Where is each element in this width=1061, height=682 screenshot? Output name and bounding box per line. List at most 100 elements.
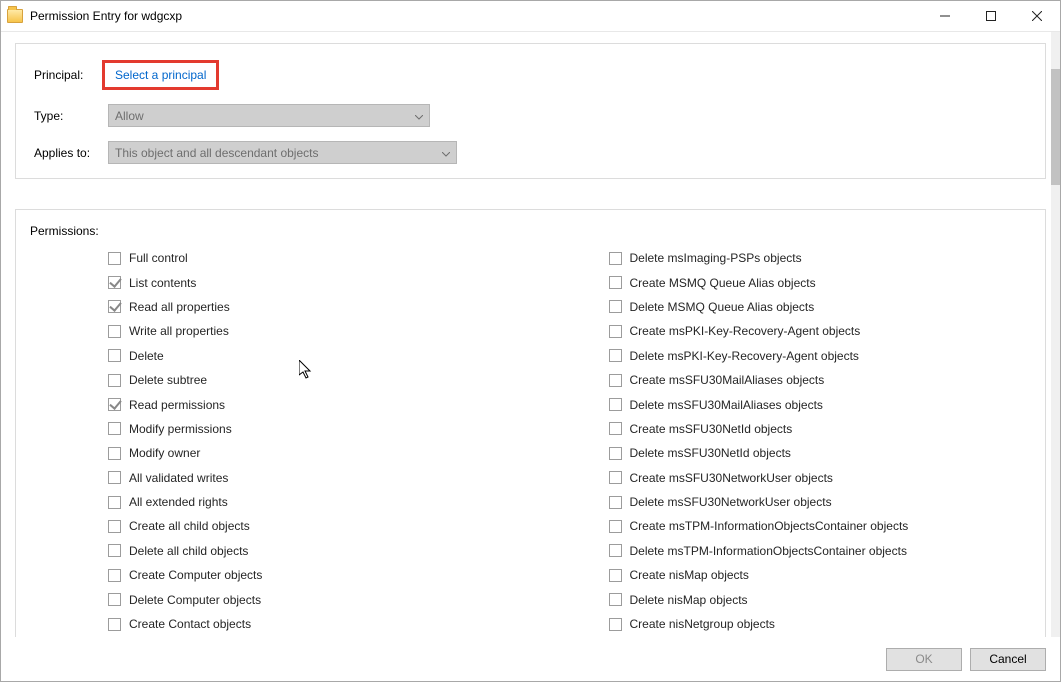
- type-value: Allow: [115, 109, 144, 123]
- maximize-button[interactable]: [968, 1, 1014, 31]
- permission-label: Create msSFU30NetworkUser objects: [630, 471, 833, 485]
- permission-label: Modify owner: [129, 446, 200, 460]
- permission-label: Delete Computer objects: [129, 593, 261, 607]
- permission-item: Create msSFU30NetworkUser objects: [609, 466, 1032, 490]
- permission-checkbox[interactable]: [609, 618, 622, 631]
- permission-checkbox[interactable]: [108, 374, 121, 387]
- select-principal-link[interactable]: Select a principal: [115, 68, 206, 82]
- principal-section: Principal: Select a principal Type: Allo…: [15, 43, 1046, 179]
- permissions-heading: Permissions:: [30, 224, 1031, 238]
- permission-label: Create nisNetgroup objects: [630, 617, 775, 631]
- permission-checkbox[interactable]: [108, 300, 121, 313]
- permission-label: Read all properties: [129, 300, 230, 314]
- permission-label: Delete MSMQ Queue Alias objects: [630, 300, 815, 314]
- permission-checkbox[interactable]: [609, 252, 622, 265]
- permission-checkbox[interactable]: [609, 520, 622, 533]
- permission-item: Delete nisMap objects: [609, 587, 1032, 611]
- permission-item: Full control: [108, 246, 531, 270]
- permission-checkbox[interactable]: [609, 569, 622, 582]
- permission-label: Create Computer objects: [129, 568, 262, 582]
- permission-label: All extended rights: [129, 495, 228, 509]
- permission-label: Full control: [129, 251, 188, 265]
- permission-item: Modify owner: [108, 441, 531, 465]
- permission-label: Create msSFU30NetId objects: [630, 422, 793, 436]
- permission-checkbox[interactable]: [108, 471, 121, 484]
- permission-checkbox[interactable]: [609, 593, 622, 606]
- permission-checkbox[interactable]: [609, 544, 622, 557]
- permission-label: Delete msTPM-InformationObjectsContainer…: [630, 544, 907, 558]
- permission-checkbox[interactable]: [609, 349, 622, 362]
- ok-button[interactable]: OK: [886, 648, 962, 671]
- permission-item: Delete msTPM-InformationObjectsContainer…: [609, 539, 1032, 563]
- permission-checkbox[interactable]: [609, 447, 622, 460]
- type-row: Type: Allow: [34, 104, 1027, 127]
- permission-label: Create msSFU30MailAliases objects: [630, 373, 825, 387]
- permission-checkbox[interactable]: [108, 569, 121, 582]
- permission-checkbox[interactable]: [108, 447, 121, 460]
- permission-checkbox[interactable]: [108, 496, 121, 509]
- applies-combobox[interactable]: This object and all descendant objects: [108, 141, 457, 164]
- permission-label: Read permissions: [129, 398, 225, 412]
- permission-item: Delete MSMQ Queue Alias objects: [609, 295, 1032, 319]
- permission-item: Modify permissions: [108, 417, 531, 441]
- permission-checkbox[interactable]: [609, 398, 622, 411]
- permission-label: Delete: [129, 349, 164, 363]
- permission-label: Delete msImaging-PSPs objects: [630, 251, 802, 265]
- permission-item: Delete msPKI-Key-Recovery-Agent objects: [609, 344, 1032, 368]
- permission-item: Create Contact objects: [108, 612, 531, 636]
- permission-item: Delete msImaging-PSPs objects: [609, 246, 1032, 270]
- permission-checkbox[interactable]: [108, 422, 121, 435]
- permission-label: List contents: [129, 276, 196, 290]
- permissions-columns: Full control List contents Read all proper…: [30, 246, 1031, 636]
- chevron-down-icon: [415, 109, 423, 123]
- applies-row: Applies to: This object and all descenda…: [34, 141, 1027, 164]
- type-combobox[interactable]: Allow: [108, 104, 430, 127]
- permission-item: Read all properties: [108, 295, 531, 319]
- principal-label: Principal:: [34, 68, 108, 82]
- permission-item: Create msSFU30MailAliases objects: [609, 368, 1032, 392]
- permission-checkbox[interactable]: [108, 618, 121, 631]
- applies-label: Applies to:: [34, 146, 108, 160]
- permission-checkbox[interactable]: [609, 374, 622, 387]
- permission-label: Create msPKI-Key-Recovery-Agent objects: [630, 324, 861, 338]
- permission-label: All validated writes: [129, 471, 228, 485]
- permissions-col-left: Full control List contents Read all proper…: [30, 246, 531, 636]
- minimize-button[interactable]: [922, 1, 968, 31]
- permission-checkbox[interactable]: [609, 422, 622, 435]
- permission-item: Create nisNetgroup objects: [609, 612, 1032, 636]
- permission-checkbox[interactable]: [108, 520, 121, 533]
- principal-row: Principal: Select a principal: [34, 60, 1027, 90]
- permission-checkbox[interactable]: [609, 471, 622, 484]
- permission-checkbox[interactable]: [108, 325, 121, 338]
- permission-item: Delete msSFU30MailAliases objects: [609, 392, 1032, 416]
- close-button[interactable]: [1014, 1, 1060, 31]
- permission-checkbox[interactable]: [108, 276, 121, 289]
- permission-checkbox[interactable]: [108, 398, 121, 411]
- permission-checkbox[interactable]: [609, 300, 622, 313]
- permission-label: Delete all child objects: [129, 544, 248, 558]
- permission-item: Create msPKI-Key-Recovery-Agent objects: [609, 319, 1032, 343]
- permission-item: Delete: [108, 344, 531, 368]
- permission-label: Delete subtree: [129, 373, 207, 387]
- permission-label: Delete msSFU30NetId objects: [630, 446, 791, 460]
- permission-item: Create all child objects: [108, 514, 531, 538]
- permission-checkbox[interactable]: [108, 593, 121, 606]
- permission-item: Delete Computer objects: [108, 587, 531, 611]
- permission-checkbox[interactable]: [108, 349, 121, 362]
- permission-item: Delete msSFU30NetId objects: [609, 441, 1032, 465]
- permission-label: Modify permissions: [129, 422, 232, 436]
- type-label: Type:: [34, 109, 108, 123]
- permission-checkbox[interactable]: [108, 252, 121, 265]
- permission-label: Create msTPM-InformationObjectsContainer…: [630, 519, 909, 533]
- permission-checkbox[interactable]: [108, 544, 121, 557]
- cancel-button[interactable]: Cancel: [970, 648, 1046, 671]
- folder-icon: [7, 9, 23, 23]
- permission-checkbox[interactable]: [609, 496, 622, 509]
- permission-item: All extended rights: [108, 490, 531, 514]
- permission-label: Write all properties: [129, 324, 229, 338]
- permission-checkbox[interactable]: [609, 325, 622, 338]
- principal-highlight: Select a principal: [102, 60, 219, 90]
- permission-label: Create MSMQ Queue Alias objects: [630, 276, 816, 290]
- permission-checkbox[interactable]: [609, 276, 622, 289]
- scrollbar-thumb[interactable]: [1051, 69, 1060, 185]
